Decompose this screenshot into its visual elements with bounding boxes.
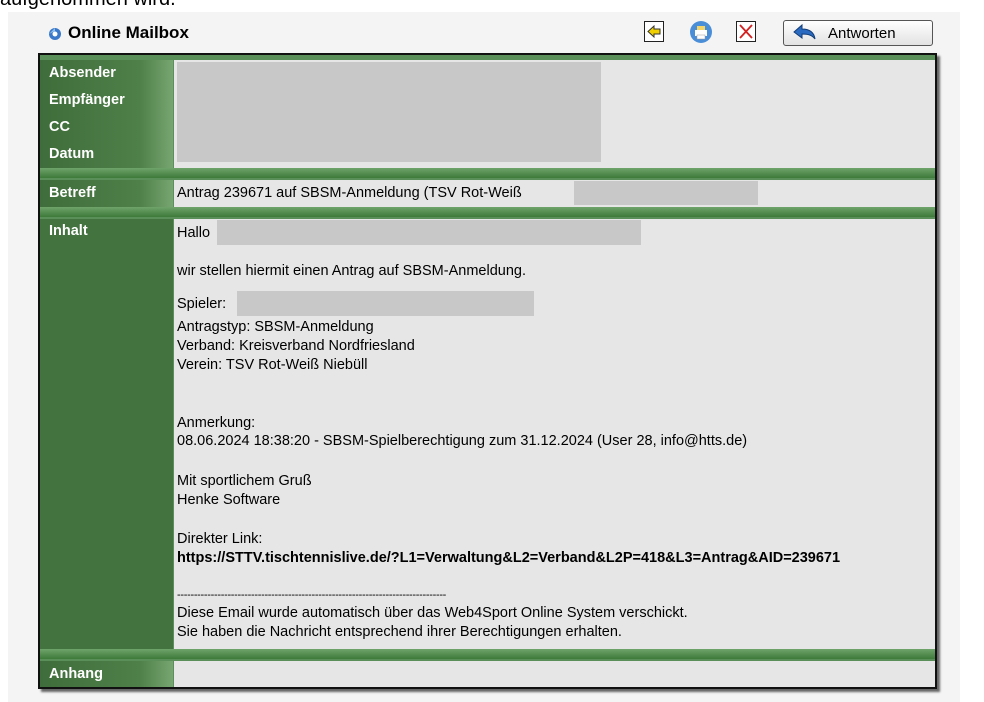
delete-icon	[739, 24, 753, 39]
label-cc: CC	[40, 114, 173, 141]
separator	[40, 649, 935, 659]
separator	[40, 168, 935, 178]
footer-line-2: Sie haben die Nachricht entsprechend ihr…	[177, 624, 622, 640]
label-datum: Datum	[40, 141, 173, 168]
mailbox-title: Online Mailbox	[68, 23, 189, 42]
footer-line-1: Diese Email wurde automatisch über das W…	[177, 605, 688, 621]
reply-label: Antworten	[828, 25, 896, 42]
delete-button[interactable]	[736, 21, 756, 42]
attachment-cell	[174, 661, 935, 687]
divider-line: ----------------------------------------…	[177, 589, 447, 601]
direct-link[interactable]: https://STTV.tischtennislive.de/?L1=Verw…	[177, 550, 840, 567]
spieler-label: Spieler:	[177, 296, 227, 312]
separator	[40, 207, 935, 217]
subject-text: Antrag 239671 auf SBSM-Anmeldung (TSV Ro…	[177, 185, 522, 201]
label-anhang: Anhang	[40, 661, 173, 687]
link-label: Direkter Link:	[177, 531, 263, 547]
mailbox-icon	[49, 28, 61, 40]
redacted-recipient-name	[217, 220, 641, 245]
anmerkung-text: 08.06.2024 18:38:20 - SBSM-Spielberechti…	[177, 433, 748, 449]
verein-text: Verein: TSV Rot-Weiß Niebüll	[177, 357, 368, 373]
label-betreff: Betreff	[40, 180, 173, 207]
label-absender: Absender	[40, 60, 173, 87]
print-button[interactable]	[689, 20, 713, 44]
message-frame: Absender Empfänger CC Datum Betreff Antr…	[38, 53, 937, 689]
back-button[interactable]	[644, 21, 664, 42]
back-arrow-icon	[647, 24, 661, 39]
sender-text: Henke Software	[177, 492, 281, 508]
closing-text: Mit sportlichem Gruß	[177, 473, 312, 489]
reply-icon	[793, 23, 816, 40]
redacted-player-name	[237, 291, 534, 316]
antragstyp-text: Antragstyp: SBSM-Anmeldung	[177, 319, 374, 335]
label-empfaenger: Empfänger	[40, 87, 173, 114]
greeting: Hallo	[177, 225, 211, 241]
reply-button[interactable]: Antworten	[783, 20, 933, 46]
redacted-subject-part	[574, 181, 758, 205]
print-icon	[690, 21, 712, 43]
intro-text: wir stellen hiermit einen Antrag auf SBS…	[177, 263, 526, 279]
redacted-header-values	[177, 62, 601, 162]
label-inhalt: Inhalt	[40, 219, 173, 649]
verband-text: Verband: Kreisverband Nordfriesland	[177, 338, 415, 354]
page-fragment-text: aufgenommen wird.	[0, 0, 176, 11]
anmerkung-label: Anmerkung:	[177, 415, 256, 431]
